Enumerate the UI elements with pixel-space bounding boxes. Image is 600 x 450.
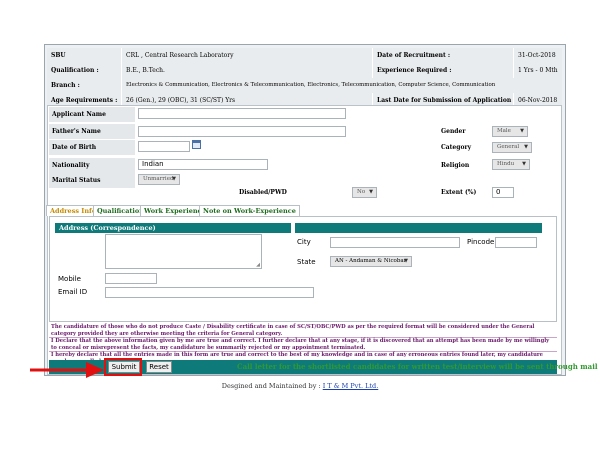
religion-label: Religion (441, 162, 470, 169)
state-select[interactable]: AN - Andaman & Nicobar ▼ (330, 256, 412, 267)
state-label: State (297, 258, 316, 266)
red-arrow-icon (30, 362, 104, 378)
disabled-label: Disabled/PWD (239, 189, 287, 196)
category-select[interactable]: General ▼ (492, 142, 532, 153)
email-label: Email ID (58, 288, 88, 296)
calendar-icon[interactable] (192, 140, 201, 149)
gender-select[interactable]: Male ▼ (492, 126, 528, 137)
info-value: 1 Yrs - 0 Mth (514, 63, 562, 78)
chevron-down-icon: ▼ (522, 161, 526, 167)
info-value: Electronics & Communication, Electronics… (122, 78, 562, 93)
city-input[interactable] (330, 237, 460, 248)
chevron-down-icon: ▼ (369, 189, 373, 195)
declaration-note: I Declare that the above information giv… (49, 338, 557, 352)
info-row-branch: Branch : Electronics & Communication, El… (47, 78, 562, 93)
gender-value: Male (497, 128, 511, 134)
info-row-sbu: SBU CRL , Central Research Laboratory Da… (47, 48, 562, 63)
religion-value: Hindu (497, 161, 515, 167)
father-name-label: Father's Name (49, 124, 135, 139)
info-label: Experience Required : (373, 63, 513, 78)
gender-label: Gender (441, 128, 466, 135)
chevron-down-icon: ▼ (520, 128, 524, 134)
address-section-header: Address (Correspondence) (55, 223, 542, 233)
declaration-note: The candidature of those who do not prod… (49, 324, 557, 338)
chevron-down-icon: ▼ (524, 144, 528, 150)
applicant-name-input[interactable] (138, 108, 346, 119)
footer-company-link[interactable]: I T & M Pvt. Ltd. (323, 382, 379, 390)
nationality-label: Nationality (49, 158, 135, 173)
call-letter-message: Call letter for the shortlisted candidat… (237, 362, 598, 371)
chevron-down-icon: ▼ (172, 176, 176, 182)
category-label: Category (441, 144, 472, 151)
marital-status-select[interactable]: Unmarried ▼ (138, 174, 180, 185)
footer: Desgined and Maintained by : I T & M Pvt… (0, 382, 600, 390)
resize-handle-icon: ◢ (256, 262, 260, 268)
info-value: B.E., B.Tech. (122, 63, 372, 78)
chevron-down-icon: ▼ (404, 258, 408, 264)
address-textarea[interactable]: ◢ (105, 234, 262, 269)
tab-note-work-experience[interactable]: Note on Work-Experience (199, 205, 300, 216)
state-value: AN - Andaman & Nicobar (335, 258, 407, 264)
submit-highlight-box (104, 358, 142, 376)
email-input[interactable] (105, 287, 314, 298)
applicant-name-label: Applicant Name (49, 107, 135, 122)
religion-select[interactable]: Hindu ▼ (492, 159, 530, 170)
dob-label: Date of Birth (49, 140, 135, 155)
info-label: Branch : (47, 78, 121, 93)
info-label: SBU (47, 48, 121, 63)
disabled-value: No (357, 189, 366, 195)
category-value: General (497, 144, 520, 150)
info-value: 31-Oct-2018 (514, 48, 562, 63)
marital-status-label: Marital Status (49, 173, 135, 188)
reset-button[interactable]: Reset (146, 361, 172, 373)
info-label: Date of Recruitment : (373, 48, 513, 63)
disabled-select[interactable]: No ▼ (352, 187, 377, 198)
extent-label: Extent (%) (441, 189, 477, 196)
footer-text: Desgined and Maintained by : (221, 382, 323, 390)
info-row-qualification: Qualification : B.E., B.Tech. Experience… (47, 63, 562, 78)
dob-input[interactable] (138, 141, 190, 152)
address-section-title: Address (Correspondence) (59, 224, 156, 232)
mobile-input[interactable] (105, 273, 157, 284)
info-value: CRL , Central Research Laboratory (122, 48, 372, 63)
mobile-label: Mobile (58, 275, 81, 283)
info-label: Qualification : (47, 63, 121, 78)
job-info-table: SBU CRL , Central Research Laboratory Da… (47, 48, 562, 108)
city-label: City (297, 238, 311, 246)
father-name-input[interactable] (138, 126, 346, 137)
extent-input[interactable]: 0 (492, 187, 514, 198)
nationality-input[interactable]: Indian (138, 159, 268, 170)
marital-status-value: Unmarried (143, 176, 174, 182)
pincode-label: Pincode (467, 238, 495, 246)
pincode-input[interactable] (495, 237, 537, 248)
